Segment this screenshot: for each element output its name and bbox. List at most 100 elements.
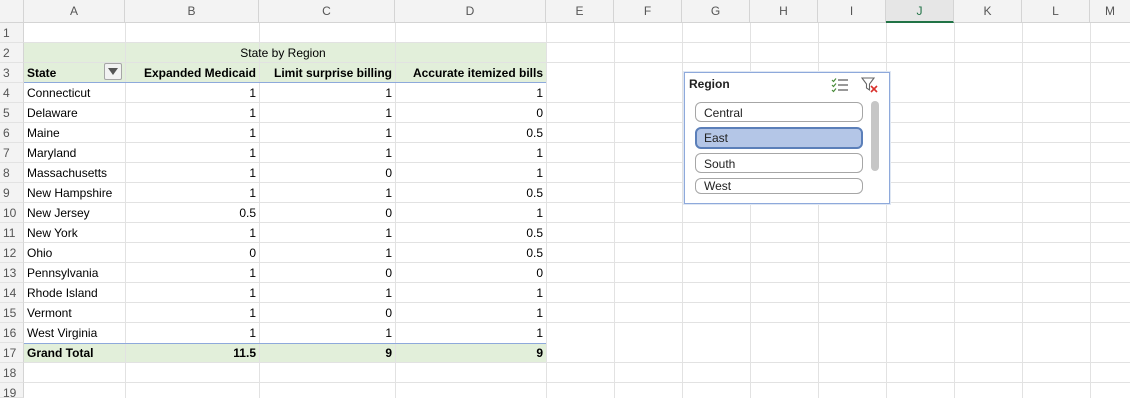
multi-select-icon[interactable] bbox=[831, 77, 849, 93]
pivot-value-cell[interactable]: 0 bbox=[259, 163, 395, 183]
pivot-state-cell[interactable]: Connecticut bbox=[24, 83, 125, 103]
pivot-state-cell[interactable]: Maine bbox=[24, 123, 125, 143]
pivot-value-cell[interactable]: 1 bbox=[395, 203, 546, 223]
pivot-state-cell[interactable]: Delaware bbox=[24, 103, 125, 123]
pivot-value-cell[interactable]: 1 bbox=[259, 123, 395, 143]
pivot-value-cell[interactable]: 0.5 bbox=[395, 183, 546, 203]
spreadsheet-grid: A B C D E F G H I J K L M 1 2 3 4 5 6 7 … bbox=[0, 0, 1130, 398]
slicer-item-south[interactable]: South bbox=[695, 153, 863, 173]
pivot-value-cell[interactable]: 1 bbox=[395, 143, 546, 163]
slicer-item-east[interactable]: East bbox=[695, 127, 863, 149]
row-header-8[interactable]: 8 bbox=[0, 163, 24, 183]
pivot-value-cell[interactable]: 0.5 bbox=[395, 243, 546, 263]
pivot-value-cell[interactable]: 1 bbox=[125, 143, 259, 163]
column-header-f[interactable]: F bbox=[614, 0, 682, 22]
column-header-e[interactable]: E bbox=[546, 0, 614, 22]
column-header-k[interactable]: K bbox=[954, 0, 1022, 22]
pivot-value-cell[interactable]: 0.5 bbox=[125, 203, 259, 223]
column-header-g[interactable]: G bbox=[682, 0, 750, 22]
slicer-scrollbar[interactable] bbox=[871, 101, 879, 171]
row-header-4[interactable]: 4 bbox=[0, 83, 24, 103]
row-header-13[interactable]: 13 bbox=[0, 263, 24, 283]
grand-total-expanded-medicaid[interactable]: 11.5 bbox=[125, 343, 259, 363]
grand-total-accurate-itemized-bills[interactable]: 9 bbox=[395, 343, 546, 363]
row-header-3[interactable]: 3 bbox=[0, 63, 24, 83]
column-header-b[interactable]: B bbox=[125, 0, 259, 22]
pivot-value-cell[interactable]: 1 bbox=[125, 83, 259, 103]
pivot-state-cell[interactable]: New York bbox=[24, 223, 125, 243]
pivot-title: State by Region bbox=[240, 46, 326, 60]
row-header-5[interactable]: 5 bbox=[0, 103, 24, 123]
pivot-value-cell[interactable]: 1 bbox=[395, 163, 546, 183]
region-slicer[interactable]: Region Central East South West bbox=[684, 72, 890, 204]
pivot-state-cell[interactable]: Maryland bbox=[24, 143, 125, 163]
row-header-15[interactable]: 15 bbox=[0, 303, 24, 323]
pivot-state-cell[interactable]: Ohio bbox=[24, 243, 125, 263]
row-header-10[interactable]: 10 bbox=[0, 203, 24, 223]
pivot-value-cell[interactable]: 1 bbox=[125, 283, 259, 303]
pivot-value-cell[interactable]: 0 bbox=[259, 303, 395, 323]
pivot-value-cell[interactable]: 1 bbox=[125, 123, 259, 143]
row-header-16[interactable]: 16 bbox=[0, 323, 24, 343]
clear-filter-icon[interactable] bbox=[860, 77, 879, 93]
column-header-m[interactable]: M bbox=[1090, 0, 1130, 22]
pivot-value-cell[interactable]: 1 bbox=[395, 283, 546, 303]
column-header-i[interactable]: I bbox=[818, 0, 886, 22]
pivot-value-cell[interactable]: 0 bbox=[395, 263, 546, 283]
pivot-value-cell[interactable]: 1 bbox=[395, 303, 546, 323]
pivot-value-cell[interactable]: 1 bbox=[125, 323, 259, 343]
column-header-j[interactable]: J bbox=[886, 0, 954, 23]
column-header-a[interactable]: A bbox=[24, 0, 125, 22]
row-header-7[interactable]: 7 bbox=[0, 143, 24, 163]
column-header-l[interactable]: L bbox=[1022, 0, 1090, 22]
row-header-11[interactable]: 11 bbox=[0, 223, 24, 243]
row-header-17[interactable]: 17 bbox=[0, 343, 24, 363]
pivot-value-cell[interactable]: 1 bbox=[259, 223, 395, 243]
row-header-18[interactable]: 18 bbox=[0, 363, 24, 383]
pivot-value-cell[interactable]: 1 bbox=[125, 303, 259, 323]
row-header-2[interactable]: 2 bbox=[0, 43, 24, 63]
row-header-12[interactable]: 12 bbox=[0, 243, 24, 263]
pivot-state-cell[interactable]: Rhode Island bbox=[24, 283, 125, 303]
pivot-value-cell[interactable]: 0 bbox=[125, 243, 259, 263]
pivot-value-cell[interactable]: 1 bbox=[259, 243, 395, 263]
column-header-c[interactable]: C bbox=[259, 0, 395, 22]
pivot-value-cell[interactable]: 1 bbox=[125, 183, 259, 203]
pivot-state-cell[interactable]: New Hampshire bbox=[24, 183, 125, 203]
pivot-value-cell[interactable]: 1 bbox=[259, 103, 395, 123]
pivot-value-cell[interactable]: 1 bbox=[259, 83, 395, 103]
pivot-value-cell[interactable]: 1 bbox=[125, 103, 259, 123]
pivot-value-cell[interactable]: 1 bbox=[259, 183, 395, 203]
pivot-value-cell[interactable]: 0.5 bbox=[395, 223, 546, 243]
select-all-corner[interactable] bbox=[0, 0, 24, 22]
state-filter-dropdown[interactable] bbox=[104, 63, 122, 80]
pivot-value-cell[interactable]: 1 bbox=[125, 163, 259, 183]
grand-total-limit-surprise-billing[interactable]: 9 bbox=[259, 343, 395, 363]
pivot-value-cell[interactable]: 1 bbox=[395, 83, 546, 103]
pivot-value-cell[interactable]: 1 bbox=[259, 323, 395, 343]
pivot-value-cell[interactable]: 0 bbox=[259, 263, 395, 283]
row-header-9[interactable]: 9 bbox=[0, 183, 24, 203]
slicer-item-central[interactable]: Central bbox=[695, 102, 863, 122]
pivot-value-cell[interactable]: 1 bbox=[125, 263, 259, 283]
row-header-19[interactable]: 19 bbox=[0, 383, 24, 398]
pivot-value-cell[interactable]: 0 bbox=[259, 203, 395, 223]
column-header-h[interactable]: H bbox=[750, 0, 818, 22]
grand-total-label[interactable]: Grand Total bbox=[24, 343, 125, 363]
pivot-state-cell[interactable]: West Virginia bbox=[24, 323, 125, 343]
pivot-state-cell[interactable]: Pennsylvania bbox=[24, 263, 125, 283]
row-header-14[interactable]: 14 bbox=[0, 283, 24, 303]
pivot-state-cell[interactable]: Massachusetts bbox=[24, 163, 125, 183]
pivot-value-cell[interactable]: 1 bbox=[259, 143, 395, 163]
row-header-1[interactable]: 1 bbox=[0, 23, 24, 43]
pivot-value-cell[interactable]: 1 bbox=[125, 223, 259, 243]
row-header-6[interactable]: 6 bbox=[0, 123, 24, 143]
pivot-value-cell[interactable]: 1 bbox=[259, 283, 395, 303]
pivot-value-cell[interactable]: 0 bbox=[395, 103, 546, 123]
column-header-d[interactable]: D bbox=[395, 0, 546, 22]
slicer-item-west[interactable]: West bbox=[695, 178, 863, 194]
pivot-state-cell[interactable]: Vermont bbox=[24, 303, 125, 323]
pivot-state-cell[interactable]: New Jersey bbox=[24, 203, 125, 223]
pivot-value-cell[interactable]: 1 bbox=[395, 323, 546, 343]
pivot-value-cell[interactable]: 0.5 bbox=[395, 123, 546, 143]
